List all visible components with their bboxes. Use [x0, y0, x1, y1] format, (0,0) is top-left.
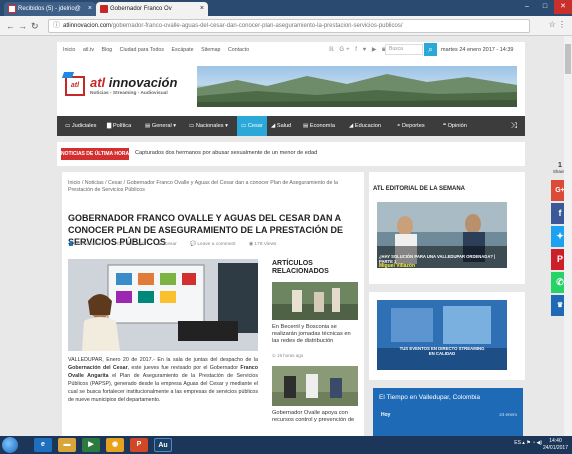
window-controls: – □ ✕ — [518, 0, 572, 14]
page-viewport: Inicio atl.tv Blog Ciudad para Todos Esc… — [0, 36, 572, 436]
logo-tagline: Noticias - Streaming - Audiovisual — [90, 91, 168, 96]
related-link-1[interactable]: En Becerril y Bosconia se realizarán jor… — [272, 324, 358, 345]
maximize-icon[interactable]: □ — [536, 0, 554, 14]
page-scrollbar[interactable] — [564, 36, 572, 436]
nav-economia[interactable]: ▤ Economía — [303, 116, 335, 136]
system-tray[interactable]: ES ▴ ⚑ ◔ ◀) — [514, 440, 542, 446]
related-title: ARTÍCULOS RELACIONADOS — [272, 260, 329, 275]
weather-today: Hoy — [381, 412, 391, 418]
breaking-news-bar: NOTICIAS DE ÚLTIMA HORA Capturados dos h… — [57, 142, 525, 166]
weather-widget[interactable]: El Tiempo en Valledupar, Colombia Hoy 24… — [373, 388, 523, 436]
shuffle-icon[interactable]: ⤨ — [511, 116, 517, 136]
weather-title: El Tiempo en Valledupar, Colombia — [379, 394, 481, 401]
site-favicon-icon — [100, 5, 108, 13]
current-date: martes 24 enero 2017 - 14:39 — [441, 47, 514, 53]
start-button-icon[interactable] — [2, 437, 18, 453]
site-logo[interactable]: atl atl innovación Noticias - Streaming … — [65, 72, 185, 102]
reload-icon[interactable]: ↻ — [31, 20, 39, 32]
audition-icon[interactable]: Au — [154, 438, 172, 452]
streaming-caption: TUS EVENTOS EN DIRECTO STREAMING EN CALI… — [399, 346, 485, 356]
close-tab-icon[interactable]: × — [200, 2, 204, 16]
powerpoint-icon[interactable]: P — [130, 438, 148, 452]
nav-general[interactable]: ▤ General ▾ — [145, 116, 176, 136]
taskbar-clock[interactable]: 14:40 24/01/2017 — [543, 438, 568, 452]
post-age: ⊙ 4 días ago — [116, 242, 145, 247]
browser-toolbar: ← → ↻ ⓘ atlinnovacion.com/gobernador-fra… — [0, 16, 572, 36]
minimize-icon[interactable]: – — [518, 0, 536, 14]
related-link-2[interactable]: Gobernador Ovalle apoya con recursos con… — [272, 410, 358, 424]
header-banner-image — [197, 66, 517, 107]
topnav-inicio[interactable]: Inicio — [63, 47, 75, 53]
streaming-image[interactable] — [377, 300, 507, 370]
breaking-headline[interactable]: Capturados dos hermanos por abusar sexua… — [135, 150, 317, 156]
nav-nacionales[interactable]: ▭ Nacionales ▾ — [189, 116, 228, 136]
editorial-title: ATL EDITORIAL DE LA SEMANA — [373, 186, 466, 192]
atl-logo-icon: atl — [65, 76, 85, 96]
search-icon[interactable]: ⌕ — [424, 43, 437, 56]
topnav-contacto[interactable]: Contacto — [228, 47, 249, 53]
close-tab-icon[interactable]: × — [88, 2, 92, 16]
topnav-escapate[interactable]: Escápate — [171, 47, 193, 53]
browser-tabstrip: Recibidos (5) - jdelrio@ × Gobernador Fr… — [0, 0, 572, 16]
media-icon[interactable]: ▶ — [82, 438, 100, 452]
main-nav: ▭ Judiciales ▇ Política ▤ General ▾ ▭ Na… — [57, 116, 525, 136]
related-image-1[interactable] — [272, 282, 358, 320]
top-nav: Inicio atl.tv Blog Ciudad para Todos Esc… — [63, 47, 255, 53]
address-bar[interactable]: ⓘ atlinnovacion.com/gobernador-franco-ov… — [48, 19, 530, 33]
search-input[interactable]: Busca — [385, 44, 423, 55]
nav-judiciales[interactable]: ▭ Judiciales — [65, 116, 96, 136]
breaking-label: NOTICIAS DE ÚLTIMA HORA — [61, 148, 129, 160]
topnav-blog[interactable]: Blog — [102, 47, 113, 53]
bookmark-star-icon[interactable]: ☆ ⋮ — [549, 20, 566, 29]
related-time-1: ⊙ 19 horas ago — [272, 353, 304, 358]
breadcrumb[interactable]: Inicio / Noticias / Cesar / Gobernador F… — [68, 180, 358, 194]
category[interactable]: ▬ Cesar — [158, 242, 183, 247]
chrome-icon[interactable]: ◉ — [106, 438, 124, 452]
forward-icon[interactable]: → — [18, 20, 27, 32]
view-count: ◉ 178 Views — [248, 242, 277, 247]
tab-gmail[interactable]: Recibidos (5) - jdelrio@ × — [4, 2, 96, 16]
site-header: Inicio atl.tv Blog Ciudad para Todos Esc… — [57, 42, 525, 116]
ie-icon[interactable]: e — [34, 438, 52, 452]
nav-cesar[interactable]: ▭ Cesar — [237, 116, 267, 136]
info-icon[interactable]: ⓘ — [53, 20, 60, 32]
tab-label: Recibidos (5) - jdelrio@ — [18, 6, 81, 12]
logo-text: atl innovación — [90, 75, 178, 90]
nav-deportes[interactable]: ◓ Deportes — [397, 116, 425, 136]
nav-opinion[interactable]: ❝ Opinión — [443, 116, 467, 136]
gmail-icon — [8, 5, 16, 13]
comment-link[interactable]: 💬 Leave a comment — [190, 242, 241, 247]
nav-salud[interactable]: ◢ Salud — [271, 116, 291, 136]
close-window-icon[interactable]: ✕ — [554, 0, 572, 14]
article-photo — [68, 259, 258, 351]
social-icons[interactable]: ℝ G+ f ♥ ▶ ◙ — [329, 46, 388, 53]
nav-politica[interactable]: ▇ Política — [107, 116, 131, 136]
author[interactable]: 👤 atlinnovacion — [68, 242, 109, 247]
streaming-widget: TUS EVENTOS EN DIRECTO STREAMING EN CALI… — [369, 292, 525, 380]
article-body: VALLEDUPAR, Enero 20 de 2017.- En la sal… — [68, 357, 258, 403]
tab-article[interactable]: Gobernador Franco Ov × — [96, 2, 208, 16]
editorial-widget: ATL EDITORIAL DE LA SEMANA ¿HAY SOLUCIÓN… — [369, 172, 525, 284]
scrollbar-thumb[interactable] — [565, 44, 571, 74]
article-meta: 👤 atlinnovacion ⊙ 4 días ago ▬ Cesar 💬 L… — [68, 242, 288, 247]
explorer-icon[interactable]: ▬ — [58, 438, 76, 452]
tab-label: Gobernador Franco Ov — [110, 6, 172, 12]
url-domain: atlinnovacion.com — [63, 23, 112, 29]
related-image-2[interactable] — [272, 366, 358, 406]
taskbar: e ▬ ▶ ◉ P Au ES ▴ ⚑ ◔ ◀) 14:40 24/01/201… — [0, 436, 572, 454]
editorial-author: Miguel Villazón — [379, 263, 416, 269]
nav-educacion[interactable]: ◢ Educacion — [349, 116, 381, 136]
topnav-ciudad[interactable]: Ciudad para Todos — [120, 47, 164, 53]
sidebar: ATL EDITORIAL DE LA SEMANA ¿HAY SOLUCIÓN… — [369, 172, 525, 436]
topnav-sitemap[interactable]: Sitemap — [201, 47, 220, 53]
article: Inicio / Noticias / Cesar / Gobernador F… — [62, 172, 364, 436]
back-icon[interactable]: ← — [6, 20, 15, 32]
weather-date: 24 enero — [499, 412, 517, 417]
url-path: /gobernador-franco-ovalle-aguas-del-cesa… — [111, 23, 403, 29]
topnav-atltv[interactable]: atl.tv — [83, 47, 94, 53]
